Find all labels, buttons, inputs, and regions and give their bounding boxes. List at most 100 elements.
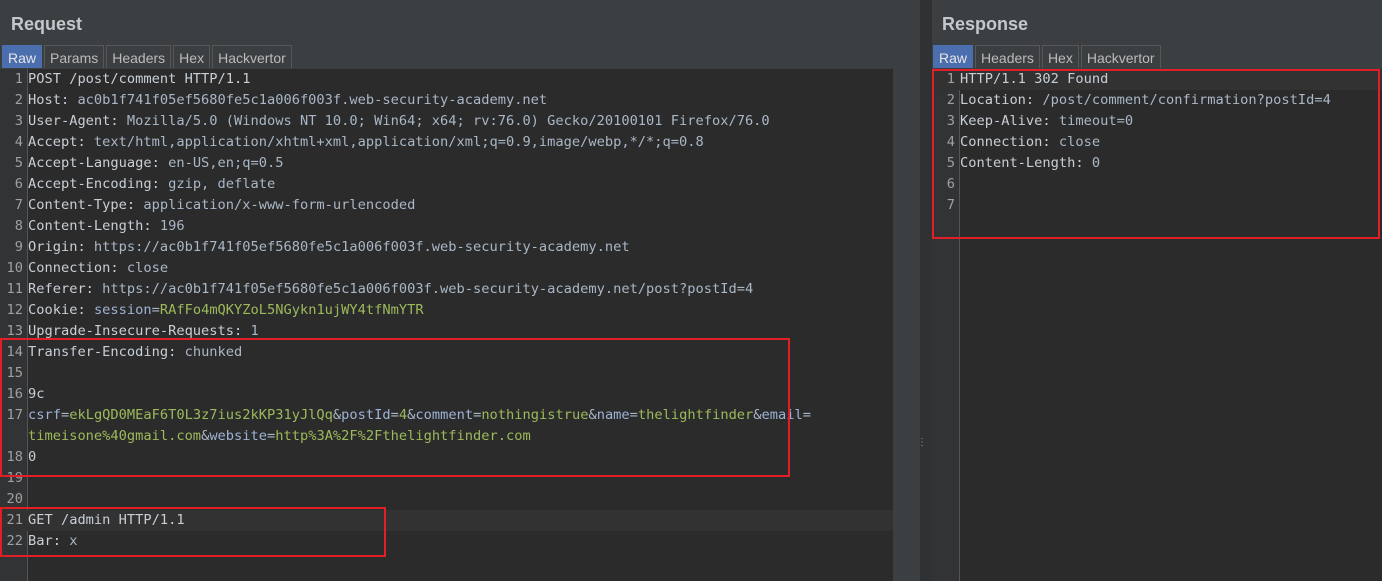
token-hval: x xyxy=(60,533,78,549)
response-line-content: Connection: close xyxy=(960,132,1100,153)
request-line: 2 Host: ac0b1f741f05ef5680fe5c1a006f003f.… xyxy=(0,90,893,111)
token-pval: timeisone%40gmail.com xyxy=(28,428,202,444)
response-line-content: Content-Length: 0 xyxy=(960,153,1100,174)
token-pname: name xyxy=(596,407,630,423)
token-hval: close xyxy=(118,260,169,276)
token-pname: comment xyxy=(415,407,474,423)
token-hval: /post/comment/confirmation?postId=4 xyxy=(1034,92,1331,108)
response-line-content: Location: /post/comment/confirmation?pos… xyxy=(960,90,1331,111)
response-line-content: Keep-Alive: timeout=0 xyxy=(960,111,1133,132)
token-hname: HTTP/1.1 302 Found xyxy=(960,71,1109,87)
response-pane: Response Raw Headers Hex Hackvertor 1 HTT… xyxy=(932,0,1382,581)
request-line-number: 2 xyxy=(14,92,23,108)
token-hval xyxy=(86,302,94,318)
response-tab-hackvertor[interactable]: Hackvertor xyxy=(1080,45,1161,68)
token-sym: = xyxy=(802,407,811,423)
request-line: 22 Bar: x xyxy=(0,531,893,552)
request-line-content: Accept-Language: en-US,en;q=0.5 xyxy=(28,153,283,174)
token-hname: Connection: xyxy=(28,260,119,276)
request-tab-headers[interactable]: Headers xyxy=(106,45,172,68)
request-line-number: 22 xyxy=(6,533,23,549)
request-line-content: Origin: https://ac0b1f741f05ef5680fe5c1a… xyxy=(28,237,630,258)
token-hval: ac0b1f741f05ef5680fe5c1a006f003f.web-sec… xyxy=(69,92,548,108)
request-line: 19 xyxy=(0,468,893,489)
token-pval: http%3A%2F%2Fthelightfinder.com xyxy=(275,428,531,444)
token-pval: ekLgQD0MEaF6T0L3z7ius2kKP31yJlQq xyxy=(69,407,333,423)
request-line: 4 Accept: text/html,application/xhtml+xml… xyxy=(0,132,893,153)
token-hval: timeout=0 xyxy=(1050,113,1134,129)
request-line-number: 16 xyxy=(6,386,23,402)
request-line-number: 15 xyxy=(6,365,23,381)
request-line-number: 9 xyxy=(14,239,23,255)
token-hname: Accept: xyxy=(28,134,86,150)
request-line-content: Accept: text/html,application/xhtml+xml,… xyxy=(28,132,704,153)
request-line-content: timeisone%40gmail.com&website=http%3A%2F… xyxy=(28,426,531,447)
pane-splitter[interactable] xyxy=(920,0,932,581)
request-line: 8 Content-Length: 196 xyxy=(0,216,893,237)
request-tab-raw[interactable]: Raw xyxy=(2,45,43,68)
request-line: timeisone%40gmail.com&website=http%3A%2F… xyxy=(0,426,893,447)
request-line: 3 User-Agent: Mozilla/5.0 (Windows NT 10.… xyxy=(0,111,893,132)
token-hname: Content-Length: xyxy=(28,218,152,234)
token-sym: & xyxy=(588,407,597,423)
request-editor[interactable]: 1 POST /post/comment HTTP/1.1 2 Host: ac0b1… xyxy=(0,69,893,581)
request-scrollbar[interactable] xyxy=(893,69,920,581)
token-pname: session xyxy=(93,302,152,318)
request-tab-hackvertor[interactable]: Hackvertor xyxy=(212,45,292,68)
response-line: 4 Connection: close xyxy=(932,132,1382,153)
response-tab-headers[interactable]: Headers xyxy=(975,45,1040,68)
token-hval: gzip, deflate xyxy=(159,176,276,192)
request-line: 12 Cookie: session=RAfFo4mQKYZoL5NGykn1uj… xyxy=(0,300,893,321)
request-line: 6 Accept-Encoding: gzip, deflate xyxy=(0,174,893,195)
request-title: Request xyxy=(11,14,83,34)
request-line: 18 0 xyxy=(0,447,893,468)
request-line-number: 6 xyxy=(14,176,23,192)
request-line: 11 Referer: https://ac0b1f741f05ef5680fe5… xyxy=(0,279,893,300)
token-hname: User-Agent: xyxy=(28,113,119,129)
response-line: 7 xyxy=(932,195,1382,216)
response-editor[interactable]: 1 HTTP/1.1 302 Found 2 Location: /post/comm… xyxy=(932,69,1382,581)
token-hname: Cookie: xyxy=(28,302,86,318)
request-line-content: GET /admin HTTP/1.1 xyxy=(28,510,185,531)
response-line: 2 Location: /post/comment/confirmation?po… xyxy=(932,90,1382,111)
token-hval: chunked xyxy=(176,344,243,360)
request-tabs: Raw Params Headers Hex Hackvertor xyxy=(2,45,294,69)
request-line-number: 10 xyxy=(6,260,23,276)
response-line-number: 2 xyxy=(946,92,955,108)
response-tab-raw[interactable]: Raw xyxy=(933,45,974,68)
token-pname: csrf xyxy=(28,407,61,423)
token-hname: Keep-Alive: xyxy=(960,113,1051,129)
request-line-number: 7 xyxy=(14,197,23,213)
response-line: 1 HTTP/1.1 302 Found xyxy=(932,69,1382,90)
request-line: 20 xyxy=(0,489,893,510)
request-line-number: 17 xyxy=(6,407,23,423)
request-tab-hex[interactable]: Hex xyxy=(173,45,211,68)
token-hval: 196 xyxy=(151,218,185,234)
request-line: 7 Content-Type: application/x-www-form-ur… xyxy=(0,195,893,216)
token-hname: Content-Length: xyxy=(960,155,1084,171)
request-line: 15 xyxy=(0,363,893,384)
request-tab-params[interactable]: Params xyxy=(44,45,105,68)
response-line: 3 Keep-Alive: timeout=0 xyxy=(932,111,1382,132)
token-hname: Referer: xyxy=(28,281,94,297)
response-tab-hex[interactable]: Hex xyxy=(1041,45,1079,68)
token-hval: text/html,application/xhtml+xml,applicat… xyxy=(85,134,704,150)
response-line-number: 4 xyxy=(946,134,955,150)
request-line-content: Bar: x xyxy=(28,531,77,552)
request-line-number: 21 xyxy=(6,512,23,528)
token-pval: RAfFo4mQKYZoL5NGykn1ujWY4tfNmYTR xyxy=(159,302,424,318)
request-line: 16 9c xyxy=(0,384,893,405)
token-hname: Host: xyxy=(28,92,70,108)
token-sym: = xyxy=(629,407,638,423)
splitter-grip-icon[interactable]: ⋮ xyxy=(917,437,927,448)
response-line-number: 7 xyxy=(946,197,955,213)
request-line: 21 GET /admin HTTP/1.1 xyxy=(0,510,893,531)
token-pval: thelightfinder xyxy=(637,407,754,423)
response-tabs: Raw Headers Hex Hackvertor xyxy=(933,45,1163,69)
token-hname: 9c xyxy=(28,386,45,402)
request-line: 17 csrf = ekLgQD0MEaF6T0L3z7ius2kKP31yJlQq &… xyxy=(0,405,893,426)
token-sym: = xyxy=(267,428,276,444)
request-line: 1 POST /post/comment HTTP/1.1 xyxy=(0,69,893,90)
request-line: 5 Accept-Language: en-US,en;q=0.5 xyxy=(0,153,893,174)
request-line-number: 19 xyxy=(6,470,23,486)
